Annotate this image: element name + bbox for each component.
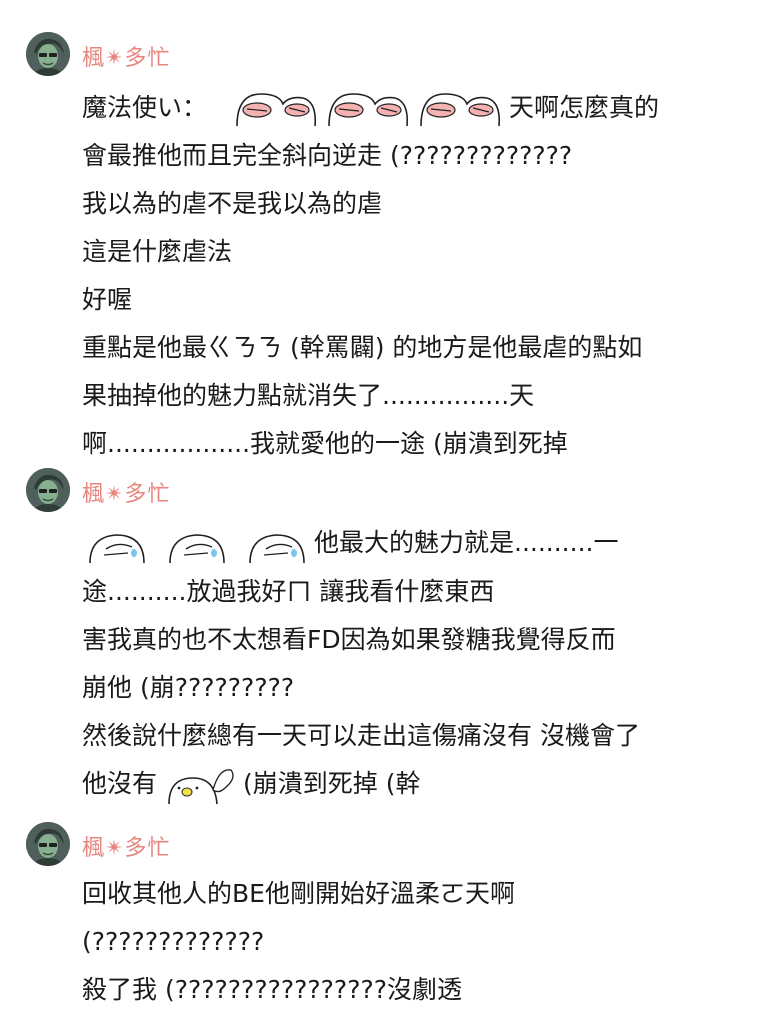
pig-blush-sticker: [417, 88, 503, 128]
post-body: 他最大的魅力就是..........一 途..........放過我好ㄇ 讓我看…: [82, 518, 742, 808]
post-header: 楓✴多忙: [0, 32, 759, 76]
pig-blush-sticker: [325, 88, 411, 128]
avatar[interactable]: [26, 468, 70, 512]
post-text: 他沒有: [82, 769, 158, 798]
username[interactable]: 楓✴多忙: [82, 40, 170, 72]
blob-soul-sticker: [167, 764, 237, 804]
blob-crying-sticker: [168, 523, 226, 563]
post-1: 楓✴多忙 魔法使い： 天啊怎麼真的 會最推他而且完全斜向逆走 (????????…: [0, 32, 759, 458]
post-line: 回收其他人的BE他剛開始好溫柔ㄛ天啊: [82, 879, 515, 908]
post-body: 回收其他人的BE他剛開始好溫柔ㄛ天啊 (????????????? 殺了我 (?…: [82, 870, 742, 1014]
post-line: 啊..................我就愛他的一途 (崩潰到死掉: [82, 429, 568, 458]
avatar-image: [26, 468, 70, 512]
post-3: 楓✴多忙 回收其他人的BE他剛開始好溫柔ㄛ天啊 (????????????? 殺…: [0, 822, 759, 1004]
post-line: 這是什麼虐法: [82, 237, 233, 266]
post-body: 魔法使い： 天啊怎麼真的 會最推他而且完全斜向逆走 (?????????????…: [82, 84, 742, 468]
pig-blush-sticker: [233, 88, 319, 128]
blob-crying-sticker: [88, 523, 146, 563]
post-text: 魔法使い：: [82, 93, 208, 122]
avatar-image: [26, 32, 70, 76]
avatar[interactable]: [26, 32, 70, 76]
post-line: 我以為的虐不是我以為的虐: [82, 189, 383, 218]
username[interactable]: 楓✴多忙: [82, 476, 170, 508]
post-line: 重點是他最ㄍㄋㄋ (幹罵闢) 的地方是他最虐的點如: [82, 333, 643, 362]
post-text: 他最大的魅力就是..........一: [314, 528, 619, 557]
post-header: 楓✴多忙: [0, 468, 759, 512]
post-line: 害我真的也不太想看FD因為如果發糖我覺得反而: [82, 625, 616, 654]
post-line: 然後說什麼總有一天可以走出這傷痛沒有 沒機會了: [82, 721, 640, 750]
post-line: 會最推他而且完全斜向逆走 (?????????????: [82, 141, 573, 170]
username[interactable]: 楓✴多忙: [82, 830, 170, 862]
post-line: 途..........放過我好ㄇ 讓我看什麼東西: [82, 577, 495, 606]
post-2: 楓✴多忙 他最大的魅力就是..........一 途..........放過我好…: [0, 468, 759, 804]
post-line: 果抽掉他的魅力點就消失了................天: [82, 381, 535, 410]
post-line: 好喔: [82, 285, 133, 314]
post-line: 他最大的魅力就是..........一: [82, 518, 742, 568]
post-line: 崩他 (崩?????????: [82, 673, 295, 702]
post-text: (崩潰到死掉 (幹: [243, 769, 421, 798]
post-line: 他沒有 (崩潰到死掉 (幹: [82, 760, 742, 808]
post-line: 殺了我 (????????????????沒劇透: [82, 975, 463, 1004]
blob-crying-sticker: [248, 523, 306, 563]
avatar-image: [26, 822, 70, 866]
post-header: 楓✴多忙: [0, 822, 759, 866]
avatar[interactable]: [26, 822, 70, 866]
post-text: 天啊怎麼真的: [509, 93, 660, 122]
post-line: (?????????????: [82, 927, 265, 956]
post-line: 魔法使い： 天啊怎麼真的: [82, 84, 742, 132]
